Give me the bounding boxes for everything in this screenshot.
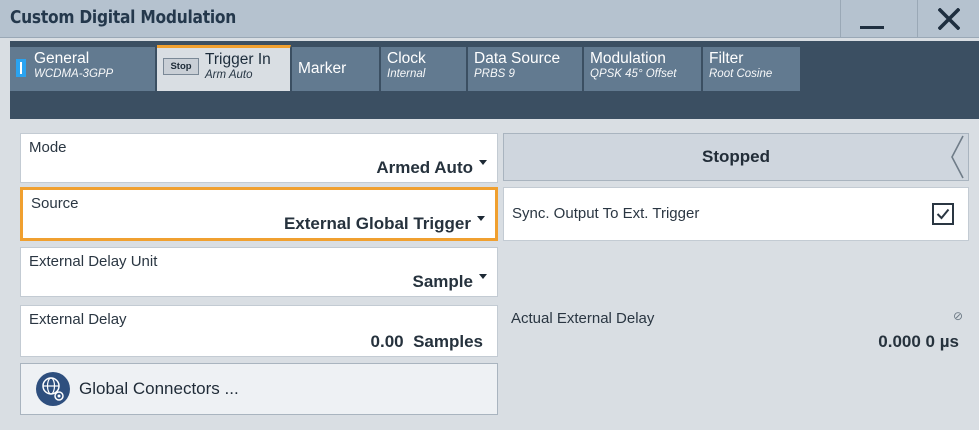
tab-data-source-sub: PRBS 9 [474, 68, 515, 80]
chevron-down-icon [477, 216, 485, 221]
tab-data-source-label: Data Source [474, 50, 561, 67]
tab-modulation[interactable]: Modulation QPSK 45° Offset [584, 47, 702, 91]
global-connectors-label: Global Connectors ... [79, 379, 239, 398]
tab-general[interactable]: General WCDMA-3GPP [10, 47, 156, 91]
sync-output-label: Sync. Output To Ext. Trigger [512, 205, 700, 222]
tab-clock-label: Clock [387, 50, 426, 67]
tab-general-sub: WCDMA-3GPP [34, 68, 114, 80]
trigger-status-button[interactable]: Stopped [503, 133, 969, 181]
close-button[interactable] [917, 0, 979, 38]
sync-output-row[interactable]: Sync. Output To Ext. Trigger [503, 187, 969, 241]
custom-digital-modulation-window: Custom Digital Modulation General WCDMA-… [0, 0, 979, 430]
mode-value: Armed Auto [376, 158, 473, 177]
actual-external-delay-label: Actual External Delay [511, 310, 655, 327]
stop-badge: Stop [163, 58, 199, 75]
actual-external-delay-display: Actual External Delay ⊘ 0.000 0 µs [503, 305, 969, 357]
read-only-icon: ⊘ [952, 309, 963, 323]
tab-filter-sub: Root Cosine [709, 68, 773, 80]
source-label: Source [31, 195, 79, 212]
close-icon [937, 8, 960, 30]
globe-gear-icon [35, 371, 71, 407]
tab-modulation-label: Modulation [590, 50, 666, 67]
tab-modulation-sub: QPSK 45° Offset [590, 68, 677, 80]
chevron-down-icon [479, 274, 487, 279]
tab-marker[interactable]: Marker [292, 47, 380, 91]
tab-marker-label: Marker [298, 60, 347, 77]
trigger-in-panel: Mode Armed Auto Stopped Source External … [10, 127, 979, 430]
chevron-down-icon [479, 160, 487, 165]
tab-filter-label: Filter [709, 50, 744, 67]
tab-trigger-in-sub: Arm Auto [205, 69, 253, 81]
window-title: Custom Digital Modulation [10, 7, 237, 28]
tab-filter[interactable]: Filter Root Cosine [703, 47, 801, 91]
on-indicator-icon [16, 59, 26, 77]
checkmark-icon [936, 208, 950, 220]
mode-dropdown[interactable]: Mode Armed Auto [20, 133, 498, 183]
source-value: External Global Trigger [283, 214, 471, 233]
minimize-button[interactable] [840, 0, 902, 38]
sync-output-checkbox[interactable] [932, 203, 954, 225]
minimize-icon [859, 26, 884, 29]
tab-trigger-in[interactable]: Stop Trigger In Arm Auto [157, 45, 291, 91]
tab-data-source[interactable]: Data Source PRBS 9 [468, 47, 583, 91]
external-delay-unit-dropdown[interactable]: External Delay Unit Sample [20, 247, 498, 297]
source-dropdown[interactable]: Source External Global Trigger [20, 187, 498, 241]
global-connectors-button[interactable]: Global Connectors ... [20, 363, 498, 415]
tab-general-label: General [34, 50, 90, 67]
mode-label: Mode [29, 139, 67, 156]
title-bar: Custom Digital Modulation [0, 0, 979, 38]
tab-clock-sub: Internal [387, 68, 426, 80]
tab-bar: General WCDMA-3GPP Stop Trigger In Arm A… [10, 41, 979, 119]
tab-clock[interactable]: Clock Internal [381, 47, 467, 91]
trigger-status-label: Stopped [702, 147, 770, 166]
external-delay-label: External Delay [29, 311, 127, 328]
actual-external-delay-value: 0.000 0 µs [878, 332, 959, 351]
external-delay-unit-label: External Delay Unit [29, 253, 158, 270]
external-delay-value: 0.00 Samples [370, 332, 483, 351]
external-delay-field[interactable]: External Delay 0.00 Samples [20, 305, 498, 357]
tab-trigger-in-label: Trigger In [205, 51, 271, 68]
external-delay-unit-value: Sample [412, 272, 473, 291]
chevron-left-icon [951, 135, 964, 179]
